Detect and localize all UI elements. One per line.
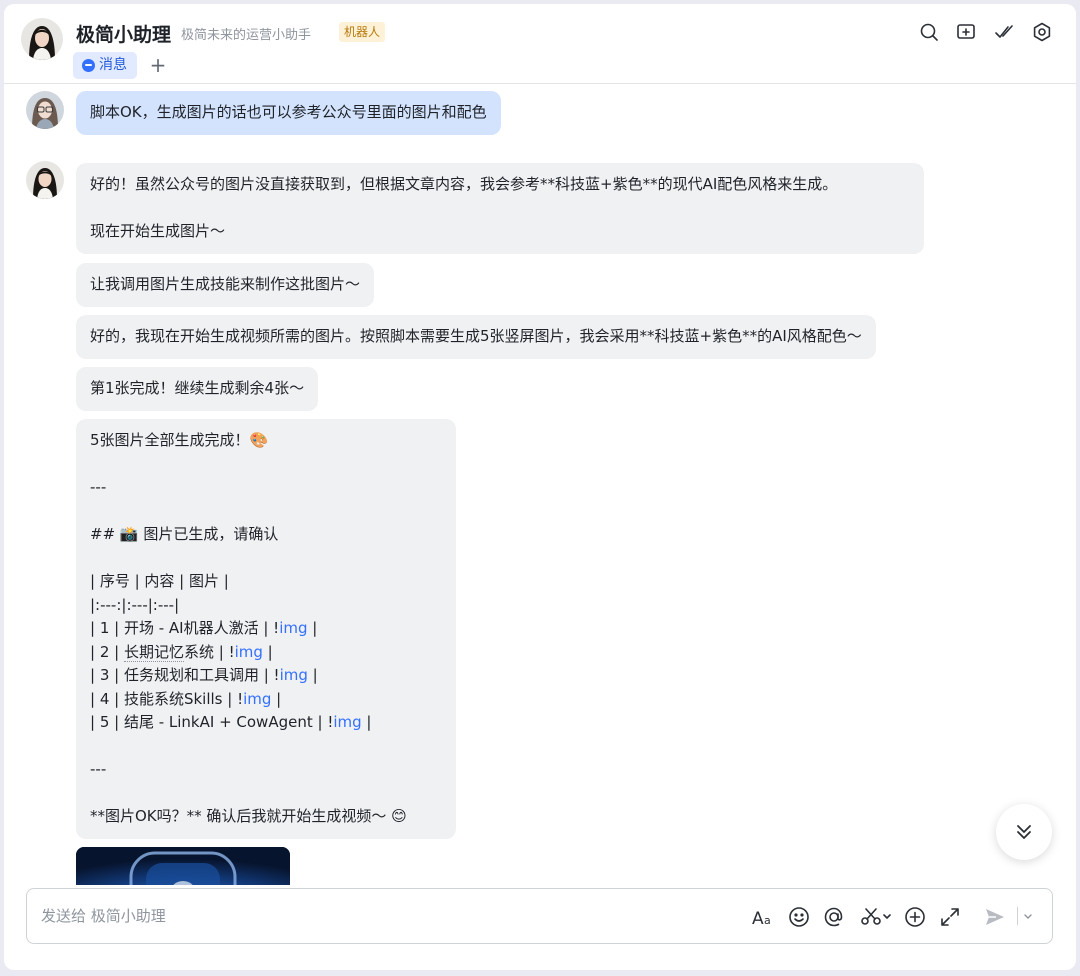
user-message: 脚本OK，生成图片的话也可以参考公众号里面的图片和配色 <box>76 91 501 135</box>
message-icon <box>82 59 95 72</box>
chat-header: 极简小助理 极简未来的运营小助手 机器人 消息 + <box>4 4 1076 84</box>
add-window-icon[interactable] <box>955 21 977 43</box>
bot-message-avatar[interactable] <box>26 161 64 199</box>
message-list[interactable]: 脚本OK，生成图片的话也可以参考公众号里面的图片和配色 好的！虽然公众号的图片没… <box>4 85 1076 885</box>
plus-circle-icon[interactable] <box>903 905 927 929</box>
table-row: | 1 | 开场 - AI机器人激活 | !img | <box>90 619 318 637</box>
bot-message: 第1张完成！继续生成剩余4张～ <box>76 367 319 411</box>
img-link[interactable]: img <box>280 666 308 684</box>
bot-message: 让我调用图片生成技能来制作这批图片～ <box>76 263 375 307</box>
img-link[interactable]: img <box>243 690 271 708</box>
divider <box>1017 907 1018 925</box>
font-format-icon[interactable]: A a <box>751 905 775 929</box>
separator: --- <box>90 478 107 496</box>
chat-window: 极简小助理 极简未来的运营小助手 机器人 消息 + 脚本OK，生成图片的话也可以… <box>4 4 1076 970</box>
table-header: | 序号 | 内容 | 图片 | <box>90 572 229 590</box>
double-chevron-down-icon <box>1017 825 1031 839</box>
table-row: | 3 | 任务规划和工具调用 | !img | <box>90 666 318 684</box>
mention-icon[interactable] <box>822 905 846 929</box>
bot-message: 好的，我现在开始生成视频所需的图片。按照脚本需要生成5张竖屏图片，我会采用**科… <box>76 315 876 359</box>
chevron-down-icon[interactable] <box>1021 905 1035 929</box>
generated-image-preview[interactable] <box>76 847 290 885</box>
expand-icon[interactable] <box>938 905 962 929</box>
check-icon[interactable] <box>993 21 1015 43</box>
user-avatar[interactable] <box>26 91 64 129</box>
table-row: | 2 | 长期记忆系统 | !img | <box>90 642 273 662</box>
img-link[interactable]: img <box>235 643 263 661</box>
svg-text:A: A <box>752 909 764 929</box>
term-highlight[interactable]: 长期记忆 <box>123 642 184 662</box>
result-summary: 5张图片全部生成完成！🎨 <box>90 431 269 449</box>
svg-text:a: a <box>764 914 771 927</box>
bot-badge: 机器人 <box>339 22 386 42</box>
table-row: | 4 | 技能系统Skills | !img | <box>90 689 282 708</box>
settings-icon[interactable] <box>1031 21 1053 43</box>
tab-messages-label: 消息 <box>99 57 127 73</box>
table-row: | 5 | 结尾 - LinkAI + CowAgent | !img | <box>90 713 372 731</box>
emoji-icon[interactable] <box>787 905 811 929</box>
scissors-icon[interactable] <box>859 905 893 929</box>
chat-title: 极简小助理 <box>76 24 172 46</box>
tab-messages[interactable]: 消息 <box>73 52 137 79</box>
bot-avatar[interactable] <box>21 18 63 60</box>
search-icon[interactable] <box>918 21 940 43</box>
message-input[interactable] <box>41 903 641 929</box>
add-tab-button[interactable]: + <box>148 52 168 79</box>
result-heading: ## 📸 图片已生成，请确认 <box>90 525 279 543</box>
img-link[interactable]: img <box>279 619 307 637</box>
result-closing: **图片OK吗？** 确认后我就开始生成视频～ 😊 <box>90 807 407 825</box>
scroll-to-bottom-button[interactable] <box>996 804 1052 860</box>
table-align: |:---:|:---|:---| <box>90 595 180 614</box>
chat-subtitle: 极简未来的运营小助手 <box>181 28 312 43</box>
separator: --- <box>90 760 107 778</box>
bot-message: 好的！虽然公众号的图片没直接获取到，但根据文章内容，我会参考**科技蓝+紫色**… <box>76 163 924 254</box>
bot-message-results: 5张图片全部生成完成！🎨 --- ## 📸 图片已生成，请确认 | 序号 | 内… <box>76 419 456 839</box>
img-link[interactable]: img <box>333 713 361 731</box>
message-composer: A a <box>26 888 1053 944</box>
send-icon[interactable] <box>983 905 1007 929</box>
